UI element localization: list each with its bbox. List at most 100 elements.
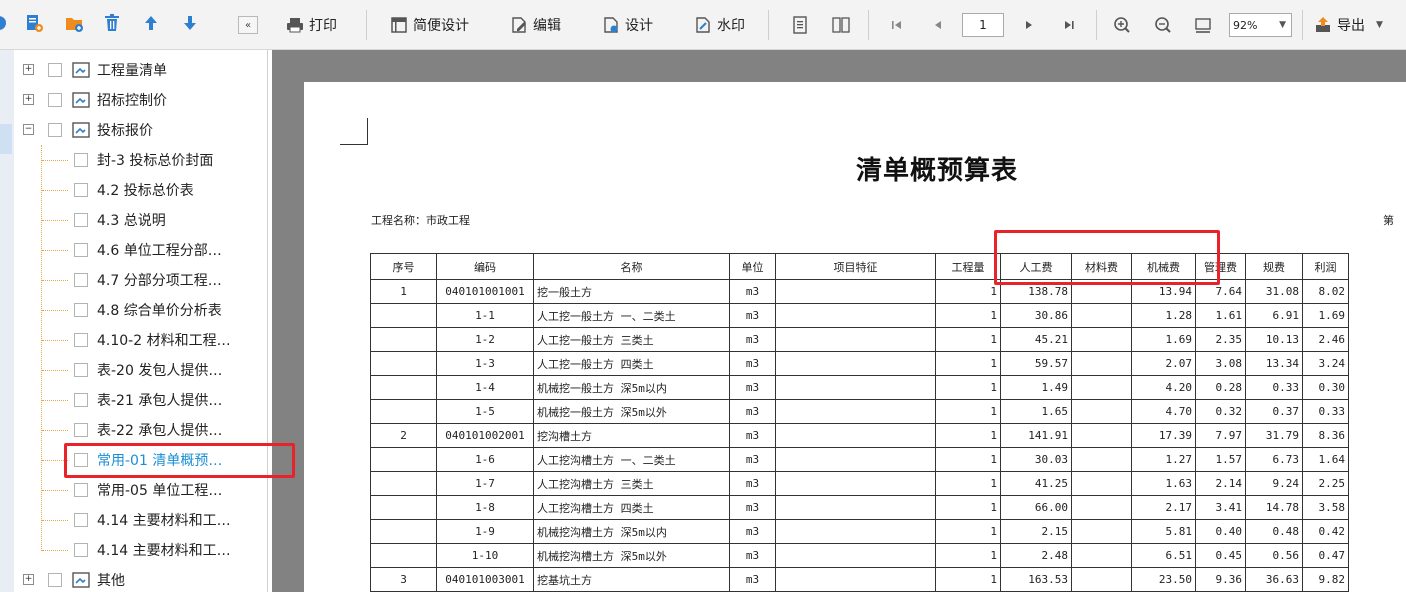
tree-checkbox[interactable] bbox=[48, 123, 62, 137]
tree-checkbox[interactable] bbox=[74, 243, 88, 257]
collapse-panel-icon[interactable]: « bbox=[238, 16, 258, 34]
table-cell: 1 bbox=[935, 447, 1001, 472]
print-button[interactable]: 打印 bbox=[286, 12, 337, 38]
first-page-button[interactable] bbox=[888, 12, 906, 38]
table-cell: m3 bbox=[729, 351, 776, 376]
table-cell: 5.81 bbox=[1131, 519, 1196, 544]
zoom-in-button[interactable] bbox=[1113, 12, 1131, 38]
tree-item-label: 封-3 投标总价封面 bbox=[97, 153, 214, 169]
table-cell: 2.17 bbox=[1131, 495, 1196, 520]
tree-checkbox[interactable] bbox=[74, 363, 88, 377]
expand-icon[interactable]: + bbox=[23, 94, 34, 105]
table-cell: 13.34 bbox=[1245, 351, 1303, 376]
tree-checkbox[interactable] bbox=[74, 273, 88, 287]
tree-checkbox[interactable] bbox=[74, 303, 88, 317]
delete-icon[interactable] bbox=[102, 13, 122, 33]
zoom-out-button[interactable] bbox=[1154, 12, 1172, 38]
table-cell: 2.14 bbox=[1195, 471, 1246, 496]
move-up-icon[interactable] bbox=[141, 13, 161, 33]
table-row: 1-2 人工挖一般土方 三类土 m3 1 45.21 1.69 2.35 10.13 2.46 bbox=[370, 327, 1349, 352]
zoom-select[interactable]: 92% ▼ bbox=[1229, 13, 1292, 37]
table-cell: 30.03 bbox=[1000, 447, 1072, 472]
table-cell: m3 bbox=[729, 543, 776, 568]
tree-checkbox[interactable] bbox=[74, 333, 88, 347]
table-cell bbox=[1071, 519, 1132, 544]
last-page-icon bbox=[1060, 16, 1078, 34]
partial-icon[interactable] bbox=[0, 13, 12, 33]
tree-connector bbox=[42, 280, 68, 281]
table-cell: 1-3 bbox=[436, 351, 534, 376]
table-cell: 1.27 bbox=[1131, 447, 1196, 472]
table-cell bbox=[370, 471, 437, 496]
tree-checkbox[interactable] bbox=[48, 93, 62, 107]
table-cell: 机械挖一般土方 深5m以外 bbox=[533, 399, 730, 424]
single-page-view-button[interactable] bbox=[791, 12, 809, 38]
table-cell: 1.63 bbox=[1131, 471, 1196, 496]
tree-item-label: 招标控制价 bbox=[97, 93, 167, 109]
edit-button[interactable]: 编辑 bbox=[510, 12, 561, 38]
tree-checkbox[interactable] bbox=[74, 213, 88, 227]
table-row: 1-3 人工挖一般土方 四类土 m3 1 59.57 2.07 3.08 13.34 3.24 bbox=[370, 351, 1349, 376]
tree-item-label: 4.14 主要材料和工… bbox=[97, 513, 231, 529]
design-icon bbox=[602, 16, 620, 34]
new-report-icon[interactable] bbox=[24, 13, 44, 33]
tree-checkbox[interactable] bbox=[48, 63, 62, 77]
table-cell bbox=[370, 303, 437, 328]
tree-checkbox[interactable] bbox=[74, 393, 88, 407]
report-title: 清单概预算表 bbox=[856, 156, 1019, 186]
fit-width-button[interactable] bbox=[1194, 12, 1212, 38]
printer-icon bbox=[286, 16, 304, 34]
expand-icon[interactable]: + bbox=[23, 64, 34, 75]
table-cell: 36.63 bbox=[1245, 567, 1303, 592]
table-cell: 4.20 bbox=[1131, 375, 1196, 400]
dual-page-view-button[interactable] bbox=[832, 12, 850, 38]
page-number-input[interactable]: 1 bbox=[962, 13, 1004, 37]
highlight-box-cost-columns bbox=[994, 230, 1220, 285]
last-page-button[interactable] bbox=[1060, 12, 1078, 38]
move-down-icon[interactable] bbox=[180, 13, 200, 33]
table-cell: 0.33 bbox=[1302, 399, 1349, 424]
tree-connector bbox=[42, 340, 68, 341]
table-cell: 0.56 bbox=[1245, 543, 1303, 568]
tree-checkbox[interactable] bbox=[74, 423, 88, 437]
table-cell: 人工挖沟槽土方 三类土 bbox=[533, 471, 730, 496]
prev-page-icon bbox=[929, 16, 947, 34]
zoom-out-icon bbox=[1154, 16, 1172, 34]
tree-item-label: 4.8 综合单价分析表 bbox=[97, 303, 222, 319]
tree-checkbox[interactable] bbox=[74, 513, 88, 527]
tree-connector bbox=[42, 250, 68, 251]
table-cell bbox=[775, 495, 936, 520]
table-cell bbox=[775, 279, 936, 304]
new-folder-icon[interactable] bbox=[64, 13, 84, 33]
prev-page-button[interactable] bbox=[929, 12, 947, 38]
tree-checkbox[interactable] bbox=[74, 483, 88, 497]
collapse-icon[interactable]: − bbox=[23, 124, 34, 135]
table-cell: 1.65 bbox=[1000, 399, 1072, 424]
simple-design-button[interactable]: 简便设计 bbox=[390, 12, 469, 38]
chevron-down-icon: ▼ bbox=[1279, 20, 1286, 30]
next-page-button[interactable] bbox=[1020, 12, 1038, 38]
tree-checkbox[interactable] bbox=[74, 543, 88, 557]
tree-checkbox[interactable] bbox=[74, 153, 88, 167]
watermark-button[interactable]: 水印 bbox=[694, 12, 745, 38]
table-cell bbox=[775, 471, 936, 496]
design-button[interactable]: 设计 bbox=[602, 12, 653, 38]
expand-icon[interactable]: + bbox=[23, 574, 34, 585]
tree-checkbox[interactable] bbox=[48, 573, 62, 587]
page-label: 第 bbox=[1383, 214, 1394, 227]
tree-connector bbox=[42, 520, 68, 521]
table-cell: 挖一般土方 bbox=[533, 279, 730, 304]
table-cell: 040101001001 bbox=[436, 279, 534, 304]
watermark-label: 水印 bbox=[717, 18, 745, 34]
zoom-value: 92% bbox=[1233, 18, 1258, 32]
tree-connector bbox=[42, 490, 68, 491]
print-label: 打印 bbox=[309, 18, 337, 34]
table-cell bbox=[1071, 351, 1132, 376]
dual-page-icon bbox=[832, 16, 850, 34]
table-cell: 41.25 bbox=[1000, 471, 1072, 496]
tree-checkbox[interactable] bbox=[74, 183, 88, 197]
table-cell: 1 bbox=[935, 399, 1001, 424]
export-button[interactable]: 导出 ▼ bbox=[1314, 12, 1383, 38]
table-cell bbox=[1071, 471, 1132, 496]
table-cell: 1.69 bbox=[1302, 303, 1349, 328]
